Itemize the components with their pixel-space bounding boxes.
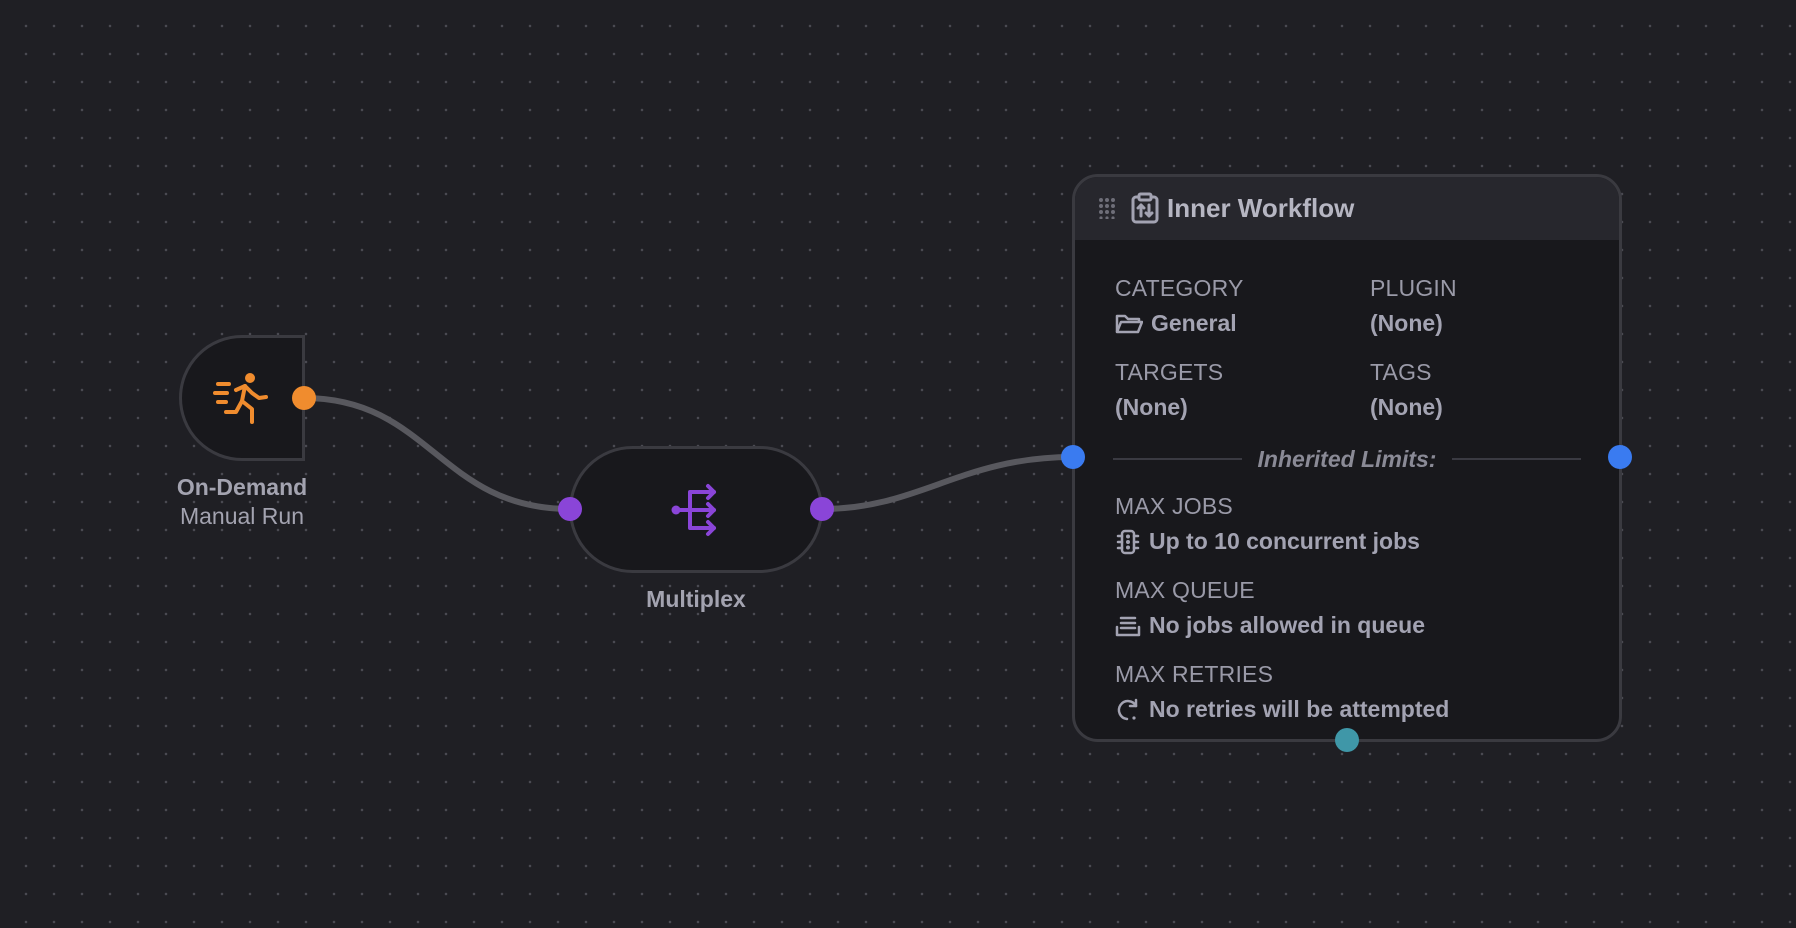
- workflow-node[interactable]: Inner Workflow CATEGORY General PLUGIN (…: [1072, 174, 1622, 742]
- tags-label: TAGS: [1370, 359, 1432, 385]
- trigger-title: On-Demand: [176, 474, 308, 500]
- inherited-limits-divider: Inherited Limits:: [1113, 445, 1581, 473]
- queue-stack-icon: [1115, 616, 1141, 636]
- max-retries-field: MAX RETRIES No retries will be attempted: [1115, 661, 1449, 723]
- plugin-label: PLUGIN: [1370, 275, 1457, 301]
- max-jobs-field: MAX JOBS Up to 10 concurrent jobs: [1115, 493, 1420, 555]
- workflow-input-port[interactable]: [1061, 445, 1085, 469]
- workflow-output-port[interactable]: [1608, 445, 1632, 469]
- tags-value: (None): [1370, 394, 1443, 420]
- category-value: General: [1115, 310, 1244, 337]
- targets-label: TARGETS: [1115, 359, 1224, 385]
- redo-arrow-icon: [1117, 698, 1138, 720]
- running-person-icon: [213, 373, 268, 424]
- workflow-bottom-port[interactable]: [1335, 728, 1359, 752]
- max-jobs-value-text: Up to 10 concurrent jobs: [1149, 528, 1420, 554]
- multiplex-input-port[interactable]: [558, 497, 582, 521]
- multiplex-title: Multiplex: [646, 586, 746, 612]
- category-value-text: General: [1151, 310, 1237, 336]
- max-retries-value: No retries will be attempted: [1115, 696, 1449, 723]
- category-field: CATEGORY General: [1115, 275, 1244, 337]
- inherited-limits-label: Inherited Limits:: [1257, 445, 1437, 472]
- folder-icon: [1115, 314, 1143, 333]
- max-queue-value: No jobs allowed in queue: [1115, 612, 1425, 639]
- multiplex-caption: Multiplex: [596, 586, 796, 613]
- max-retries-value-text: No retries will be attempted: [1149, 696, 1450, 722]
- trigger-output-port[interactable]: [292, 386, 316, 410]
- targets-value: (None): [1115, 394, 1188, 420]
- max-retries-label: MAX RETRIES: [1115, 661, 1274, 687]
- tags-field: TAGS (None): [1370, 359, 1443, 421]
- trigger-caption: On-Demand Manual Run: [142, 474, 342, 530]
- category-label: CATEGORY: [1115, 275, 1244, 301]
- divider-line-left: [1113, 458, 1242, 460]
- traffic-light-icon: [1116, 529, 1140, 554]
- max-queue-field: MAX QUEUE No jobs allowed in queue: [1115, 577, 1425, 639]
- trigger-node[interactable]: [179, 335, 305, 461]
- targets-field: TARGETS (None): [1115, 359, 1223, 421]
- max-jobs-label: MAX JOBS: [1115, 493, 1233, 519]
- multiplex-split-icon: [671, 484, 716, 536]
- plugin-value: (None): [1370, 310, 1443, 336]
- multiplex-output-port[interactable]: [810, 497, 834, 521]
- divider-line-right: [1452, 458, 1581, 460]
- workflow-header[interactable]: Inner Workflow: [1075, 177, 1619, 240]
- trigger-subtitle: Manual Run: [179, 503, 305, 529]
- multiplex-node[interactable]: [569, 446, 823, 573]
- max-queue-value-text: No jobs allowed in queue: [1149, 612, 1426, 638]
- drag-grip-icon[interactable]: [1097, 197, 1115, 219]
- workflow-title: Inner Workflow: [1167, 193, 1355, 223]
- max-queue-label: MAX QUEUE: [1115, 577, 1255, 603]
- max-jobs-value: Up to 10 concurrent jobs: [1115, 528, 1420, 555]
- plugin-field: PLUGIN (None): [1370, 275, 1457, 337]
- clipboard-icon: [1131, 192, 1159, 224]
